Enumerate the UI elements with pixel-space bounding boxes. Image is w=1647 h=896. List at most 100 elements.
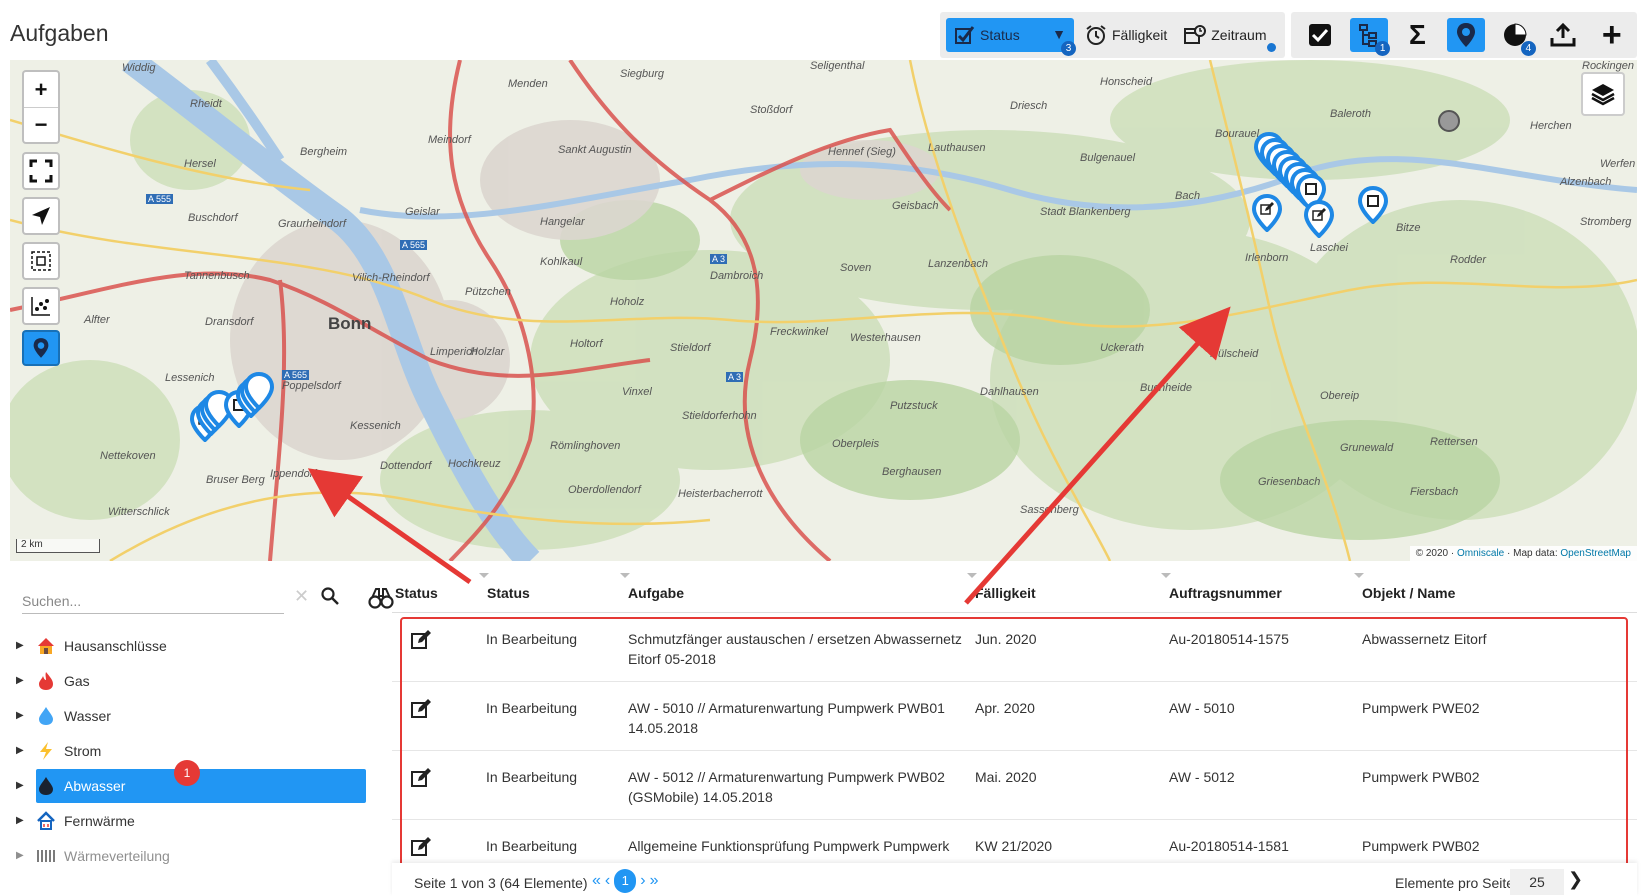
search-icon[interactable] [320,586,340,606]
fullscreen-button[interactable] [22,152,60,190]
next-page-icon[interactable]: › [640,872,645,890]
chevron-down-icon[interactable]: ▼ [1052,26,1066,42]
expand-arrow-icon[interactable]: ▶ [14,745,30,756]
expand-arrow-icon[interactable]: ▶ [14,710,30,721]
tree-view-button[interactable]: 1 [1349,18,1391,56]
map-view-button[interactable] [1446,18,1486,52]
map-place-label: Ippendorf [270,468,317,480]
edit-icon[interactable] [410,767,432,789]
map-place-label: Römlinghoven [550,440,621,452]
faelligkeit-filter-button[interactable]: Fälligkeit [1078,18,1173,52]
tree-item-gas[interactable]: ▶ Gas [14,663,374,698]
tree-item-hausanschluesse[interactable]: ▶ Hausanschlüsse [14,628,374,663]
map-marker[interactable] [1358,186,1388,224]
cluster-button[interactable] [22,287,60,325]
map-marker[interactable] [1304,200,1334,238]
omniscale-link[interactable]: Omniscale [1457,548,1504,559]
sigma-icon: Σ [1409,19,1426,50]
map-place-label: Dottendorf [380,460,432,472]
search-input[interactable] [22,590,262,609]
map-view[interactable]: Widdig Rheidt Hersel Bergheim Meindorf Menden… [10,60,1637,561]
sort-indicator-icon [479,573,489,578]
last-page-icon[interactable]: » [650,872,659,890]
map-marker[interactable] [1252,194,1282,232]
sort-indicator-icon [1161,573,1171,578]
locate-button[interactable] [22,197,60,235]
scatter-points-icon [31,297,50,316]
map-place-label: Pützchen [465,286,511,298]
drop-dark-icon [34,776,58,796]
cell-objekt: Abwassernetz Eitorf [1362,631,1487,647]
col-header-faelligkeit[interactable]: Fälligkeit [975,585,1036,601]
zoom-out-button[interactable]: − [24,107,58,142]
col-header-auftragsnummer[interactable]: Auftragsnummer [1169,585,1282,601]
map-attribution: © 2020 · Omniscale · Map data: OpenStree… [1409,546,1637,561]
tree-item-wasser[interactable]: ▶ Wasser [14,698,374,733]
first-page-icon[interactable]: « [592,872,601,890]
map-place-label: Geisbach [892,200,939,212]
map-place-label: Irlenborn [1245,252,1289,264]
inactive-marker[interactable] [1438,110,1460,132]
table-row[interactable]: In Bearbeitung Allgemeine Funktionsprüfu… [392,820,1637,863]
expand-arrow-icon[interactable]: ▶ [14,675,30,686]
cell-status: In Bearbeitung [486,631,578,647]
map-place-label: Dransdorf [205,316,254,328]
col-header-objekt-name[interactable]: Objekt / Name [1362,585,1455,601]
add-button[interactable]: + [1592,18,1631,52]
status-filter-button[interactable]: Status ▼ 3 [946,18,1076,56]
edit-icon[interactable] [410,629,432,651]
chart-badge: 4 [1520,41,1536,56]
expand-arrow-icon[interactable]: ▶ [14,780,30,791]
map-place-label: Tannenbusch [184,270,250,282]
map-place-label: Herchen [1530,120,1572,132]
tree-item-abwasser[interactable]: ▶ Abwasser 1 [14,760,374,803]
task-table: Status Status Aufgabe Fälligkeit Auftrag… [392,573,1637,863]
box-select-button[interactable] [22,242,60,280]
zeitraum-filter-button[interactable]: Zeitraum [1177,18,1277,52]
table-row[interactable]: In Bearbeitung AW - 5010 // Armaturenwar… [392,682,1637,751]
map-place-label: Hoholz [610,296,645,308]
sum-button[interactable]: Σ [1398,18,1437,52]
water-drop-icon [34,706,58,726]
map-marker[interactable] [244,372,274,410]
chevron-right-icon[interactable]: ❯ [1568,869,1583,890]
marker-toggle-button[interactable] [22,330,60,366]
zeitraum-filter-label: Zeitraum [1211,27,1267,43]
cell-status: In Bearbeitung [486,700,578,716]
layers-button[interactable] [1581,72,1625,116]
openstreetmap-link[interactable]: OpenStreetMap [1560,548,1631,559]
table-header: Status Status Aufgabe Fälligkeit Auftrag… [392,573,1637,613]
map-place-label: Alzenbach [1560,176,1612,188]
prev-page-icon[interactable]: ‹ [605,872,610,890]
col-header-aufgabe[interactable]: Aufgabe [628,585,684,601]
export-button[interactable] [1544,18,1583,52]
map-place-label: Hennef (Sieg) [828,146,896,158]
tree-item-label: Wasser [64,707,111,724]
col-header-status[interactable]: Status [487,585,530,601]
expand-arrow-icon[interactable]: ▶ [14,850,30,861]
table-row[interactable]: In Bearbeitung Schmutzfänger austauschen… [392,613,1637,682]
cell-auftragsnummer: AW - 5010 [1169,700,1235,716]
current-page-button[interactable]: 1 [614,869,637,893]
road-shield-label: A 555 [146,194,174,204]
table-row[interactable]: In Bearbeitung AW - 5012 // Armaturenwar… [392,751,1637,820]
city-label-bonn: Bonn [328,314,372,333]
per-page-select[interactable]: 25 [1510,869,1564,895]
tree-item-fernwaerme[interactable]: ▶ Fernwärme [14,803,374,838]
clear-search-icon[interactable]: ✕ [294,586,309,607]
cell-aufgabe-line2: (GSMobile) 14.05.2018 [628,789,773,805]
sort-indicator-icon [620,573,630,578]
edit-icon[interactable] [410,836,432,858]
cell-aufgabe: Schmutzfänger austauschen / ersetzen Abw… [628,629,962,669]
select-all-button[interactable] [1301,18,1340,52]
map-place-label: Sankt Augustin [558,144,632,156]
expand-arrow-icon[interactable]: ▶ [14,815,30,826]
binoculars-icon[interactable] [368,586,394,610]
zoom-in-button[interactable]: + [24,72,58,107]
chart-button[interactable]: 4 [1495,18,1536,56]
col-header-status-icon[interactable]: Status [395,585,438,601]
edit-icon[interactable] [410,698,432,720]
tree-item-waermeverteilung[interactable]: ▶ Wärmeverteilung [14,838,374,873]
expand-arrow-icon[interactable]: ▶ [14,640,30,651]
map-place-label: Hersel [184,158,216,170]
